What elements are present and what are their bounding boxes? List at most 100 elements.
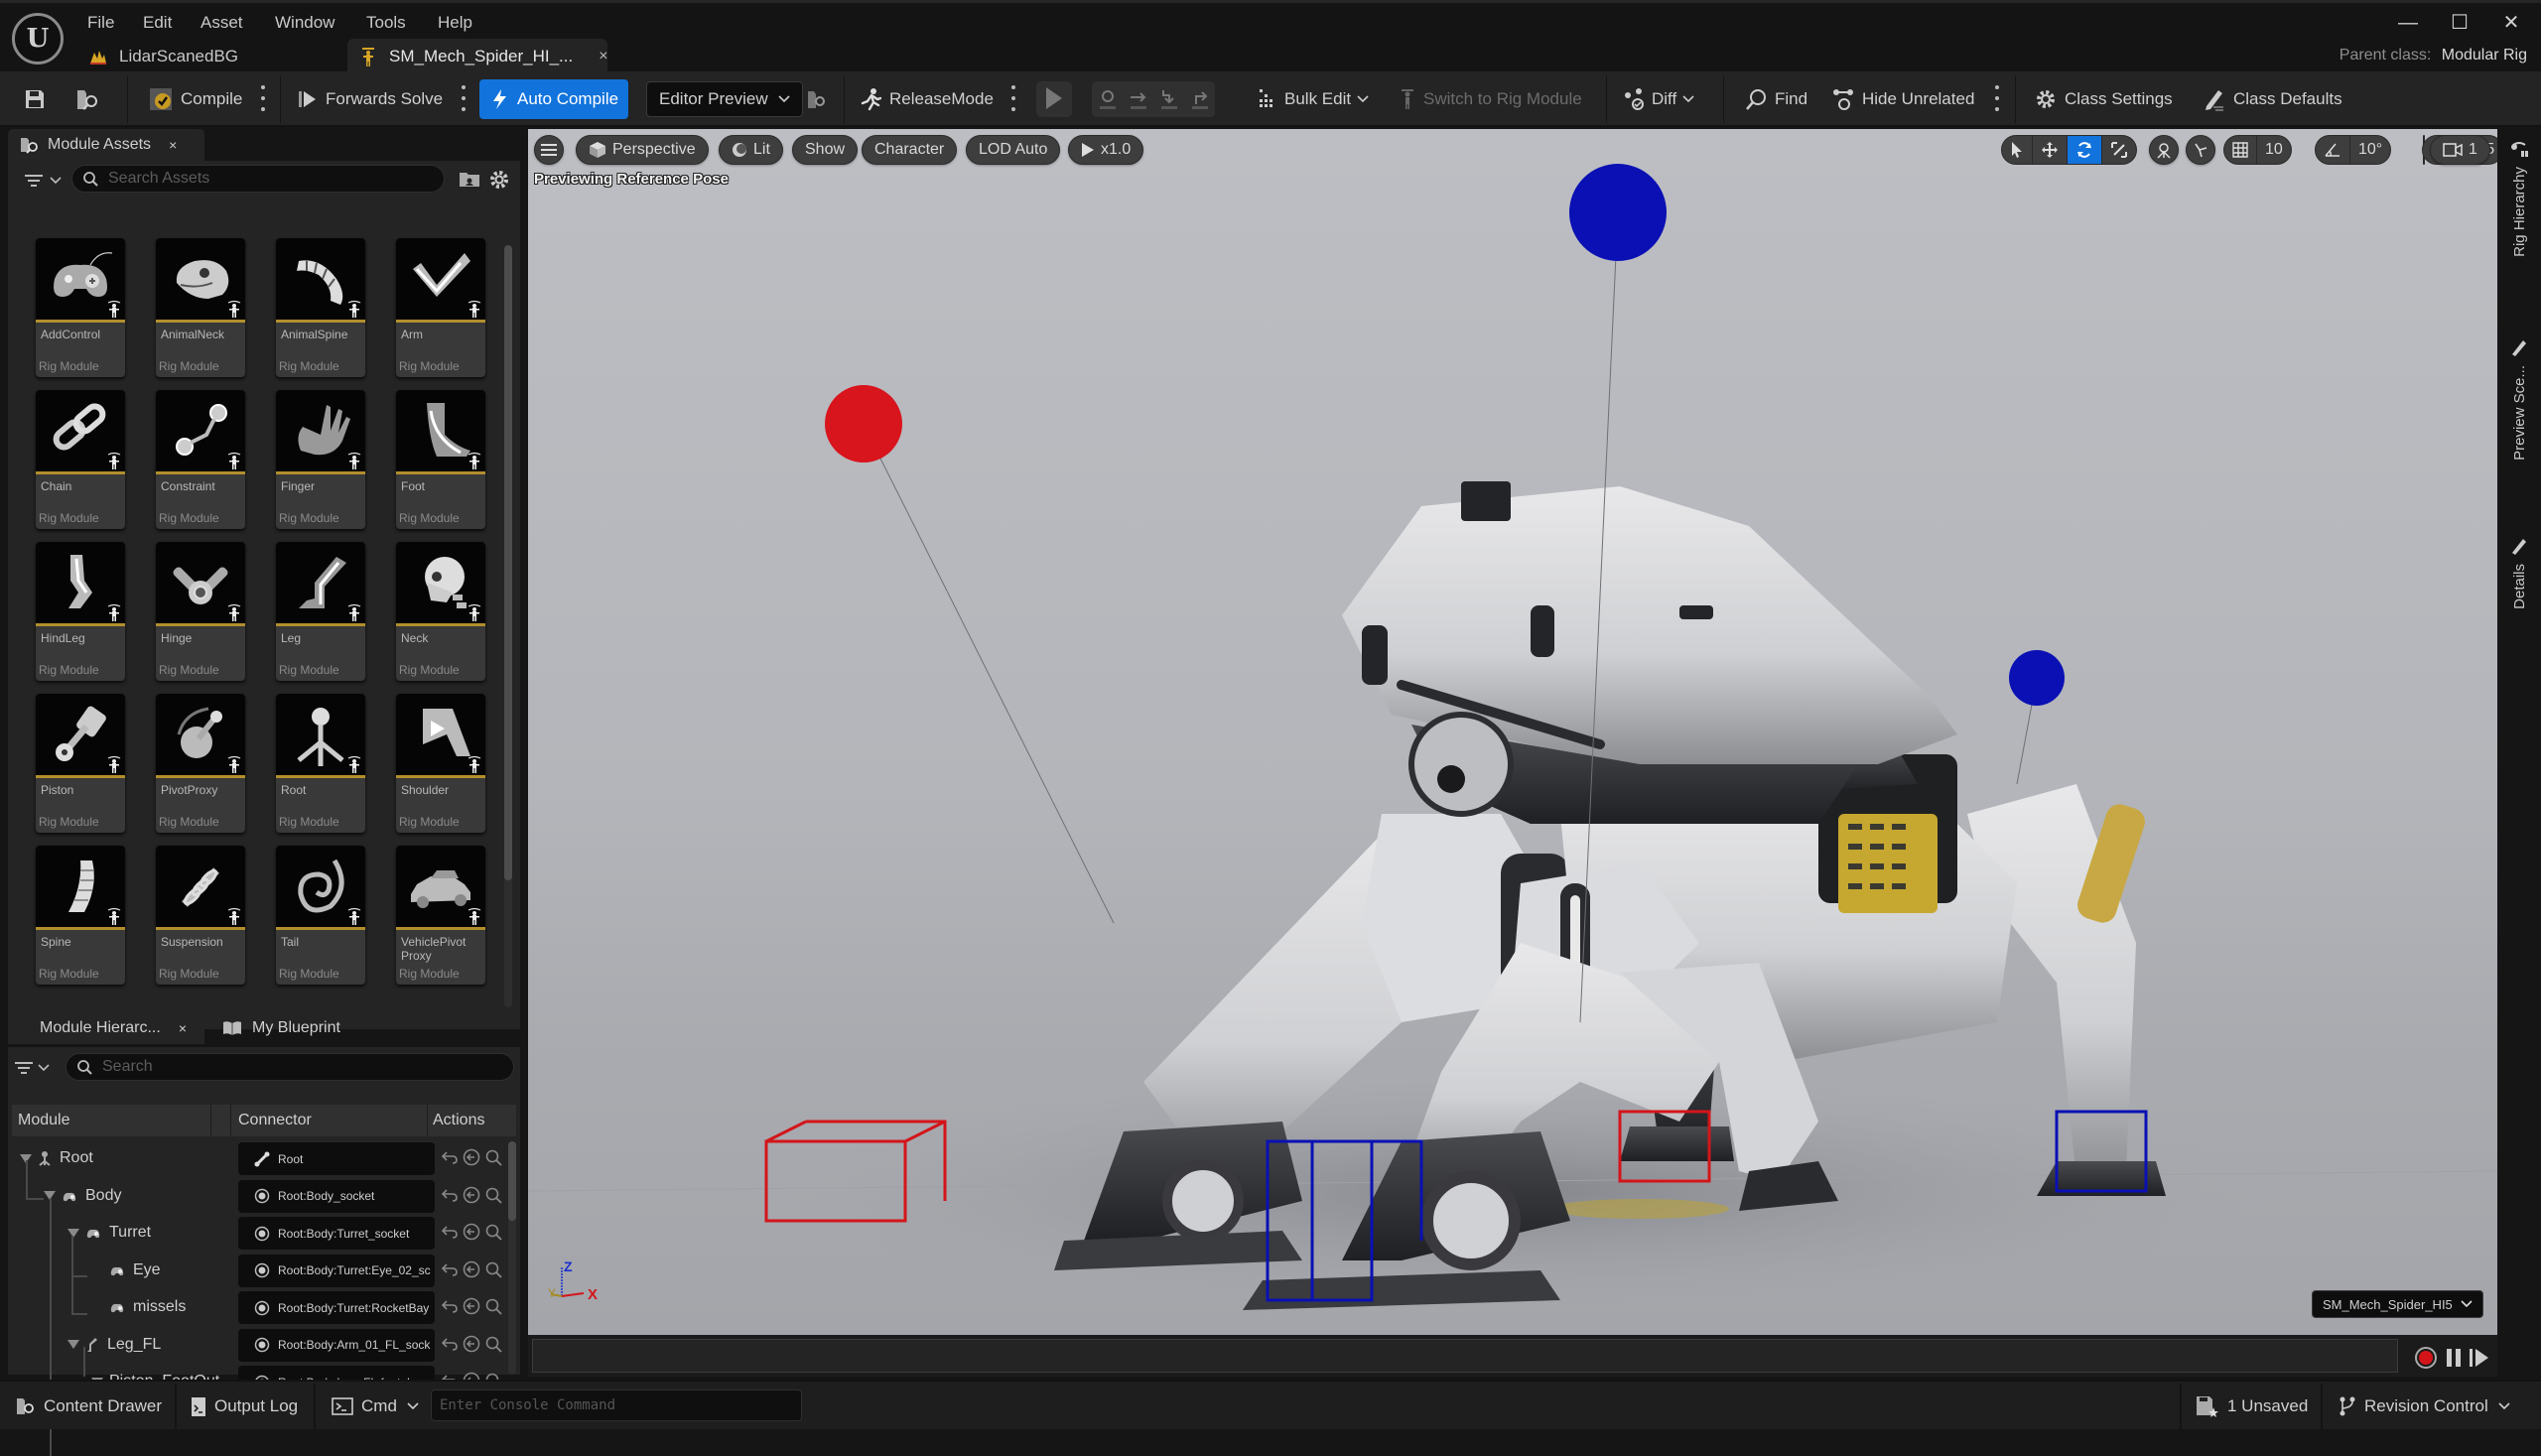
record-button[interactable] — [2414, 1346, 2438, 1370]
browse-button[interactable] — [75, 79, 101, 119]
asset-tile-hinge[interactable]: Hinge Rig Module — [156, 542, 245, 681]
use-selected-icon[interactable] — [463, 1148, 480, 1166]
compile-options-button[interactable] — [260, 85, 266, 111]
connector-field[interactable]: Root:Body:Turret_socket — [238, 1217, 435, 1250]
find-button[interactable]: Find — [1745, 79, 1807, 119]
connector-field[interactable]: Root:Body:Arm_01_FL_sock — [238, 1328, 435, 1362]
hierarchy-search-input[interactable]: Search — [66, 1053, 514, 1081]
timeline-track[interactable] — [532, 1339, 2398, 1373]
hide-unrelated-options-button[interactable] — [1994, 85, 2000, 111]
asset-tile-piston[interactable]: Piston Rig Module — [36, 694, 125, 833]
grid-snap-toggle[interactable] — [2224, 136, 2257, 164]
rotate-tool[interactable] — [2068, 136, 2102, 164]
expand-arrow-icon[interactable] — [67, 1228, 79, 1238]
menu-edit[interactable]: Edit — [143, 11, 172, 35]
hierarchy-scrollbar[interactable] — [508, 1141, 516, 1375]
forwards-solve-button[interactable]: Forwards Solve — [298, 79, 443, 119]
connector-field[interactable]: Root:Body:Turret:Eye_02_sc — [238, 1254, 435, 1287]
asset-tile-leg[interactable]: Leg Rig Module — [276, 542, 365, 681]
browse-search-icon[interactable] — [484, 1223, 502, 1241]
asset-tile-pivotproxy[interactable]: PivotProxy Rig Module — [156, 694, 245, 833]
doc-tab-sm-mech-spider[interactable]: SM_Mech_Spider_HI_... × — [347, 39, 608, 74]
preview-mesh-dropdown[interactable]: SM_Mech_Spider_HI5 — [2312, 1290, 2483, 1318]
hierarchy-row[interactable]: Leg_FL Root:Body:Arm_01_FL_sock — [12, 1327, 508, 1364]
asset-tile-root[interactable]: Root Rig Module — [276, 694, 365, 833]
tab-module-hierarchy[interactable]: Module Hierarc... × — [8, 1012, 204, 1044]
browse-search-icon[interactable] — [484, 1260, 502, 1278]
filter-dropdown[interactable] — [24, 167, 62, 195]
expand-arrow-icon[interactable] — [67, 1340, 79, 1349]
switch-to-rig-module-button[interactable]: Switch to Rig Module — [1400, 79, 1582, 119]
content-drawer-button[interactable]: Content Drawer — [16, 1393, 162, 1419]
console-command-input[interactable]: Enter Console Command — [431, 1390, 802, 1421]
maximize-button[interactable]: ☐ — [2440, 9, 2479, 37]
close-window-button[interactable]: ✕ — [2491, 9, 2531, 37]
auto-compile-toggle[interactable]: Auto Compile — [479, 79, 629, 119]
reset-icon[interactable] — [441, 1148, 459, 1166]
scale-tool[interactable] — [2102, 136, 2136, 164]
hierarchy-row[interactable]: Body Root:Body_socket — [12, 1178, 508, 1215]
asset-tile-suspension[interactable]: Suspension Rig Module — [156, 846, 245, 985]
step-over-icon[interactable] — [1129, 88, 1148, 110]
connector-field[interactable]: Root:Body:Turret:RocketBay — [238, 1291, 435, 1324]
doc-tab-lidarscanedbg[interactable]: LidarScanedBG — [75, 39, 252, 74]
use-selected-icon[interactable] — [463, 1223, 480, 1241]
asset-tile-animalneck[interactable]: AnimalNeck Rig Module — [156, 238, 245, 377]
parent-class-value[interactable]: Modular Rig — [2442, 47, 2527, 64]
class-defaults-button[interactable]: Class Defaults — [2204, 79, 2342, 119]
asset-tile-animalspine[interactable]: AnimalSpine Rig Module — [276, 238, 365, 377]
view-mode-dropdown[interactable]: Lit — [719, 135, 783, 165]
reset-icon[interactable] — [441, 1186, 459, 1204]
translate-tool[interactable] — [2033, 136, 2068, 164]
tab-rig-hierarchy[interactable]: Rig Hierarchy — [2505, 139, 2533, 257]
settings-gear-icon[interactable] — [488, 169, 510, 191]
lod-dropdown[interactable]: LOD Auto — [966, 135, 1061, 165]
reset-icon[interactable] — [441, 1297, 459, 1315]
connector-field[interactable]: Root:Body_socket — [238, 1179, 435, 1213]
asset-tile-shoulder[interactable]: Shoulder Rig Module — [396, 694, 485, 833]
column-module[interactable]: Module — [18, 1112, 69, 1129]
grid-snap-value[interactable]: 10 — [2257, 136, 2291, 164]
bulk-edit-dropdown[interactable]: Bulk Edit — [1257, 79, 1369, 119]
unsaved-button[interactable]: 1 Unsaved — [2196, 1393, 2308, 1419]
hide-unrelated-button[interactable]: Hide Unrelated — [1832, 79, 1974, 119]
asset-tile-arm[interactable]: Arm Rig Module — [396, 238, 485, 377]
column-connector[interactable]: Connector — [238, 1112, 312, 1129]
filter-dropdown[interactable] — [14, 1055, 50, 1081]
menu-tools[interactable]: Tools — [366, 11, 406, 35]
asset-tile-foot[interactable]: Foot Rig Module — [396, 390, 485, 529]
close-tab-icon[interactable]: × — [169, 137, 177, 153]
menu-help[interactable]: Help — [438, 11, 472, 35]
release-mode-button[interactable]: ReleaseMode — [860, 79, 994, 119]
close-tab-icon[interactable]: × — [179, 1020, 187, 1036]
release-options-button[interactable] — [1010, 85, 1016, 111]
connector-field[interactable]: Root — [238, 1142, 435, 1175]
show-dropdown[interactable]: Show — [792, 135, 859, 165]
unreal-logo-icon[interactable]: U — [12, 13, 64, 65]
asset-tile-spine[interactable]: Spine Rig Module — [36, 846, 125, 985]
hierarchy-row[interactable]: Root Root — [12, 1140, 508, 1177]
cmd-dropdown[interactable]: Cmd — [332, 1393, 419, 1419]
use-selected-icon[interactable] — [463, 1335, 480, 1353]
search-assets-input[interactable]: Search Assets — [71, 165, 445, 193]
column-actions[interactable]: Actions — [433, 1112, 484, 1129]
asset-tile-hindleg[interactable]: HindLeg Rig Module — [36, 542, 125, 681]
browse-search-icon[interactable] — [484, 1186, 502, 1204]
coordinate-system-button[interactable] — [2186, 135, 2215, 165]
reset-icon[interactable] — [441, 1260, 459, 1278]
grid-snap-control[interactable]: 10 — [2223, 135, 2292, 165]
tab-details[interactable]: Details — [2505, 536, 2533, 609]
rotation-snap-control[interactable]: 10° — [2315, 135, 2392, 165]
assets-scrollbar[interactable] — [504, 245, 512, 1007]
hierarchy-row[interactable]: Turret Root:Body:Turret_socket — [12, 1215, 508, 1252]
hierarchy-row[interactable]: Eye Root:Body:Turret:Eye_02_sc — [12, 1253, 508, 1289]
minimize-button[interactable]: — — [2388, 9, 2428, 37]
tab-module-assets[interactable]: Module Assets × — [8, 129, 204, 161]
editor-preview-dropdown[interactable]: Editor Preview — [646, 81, 803, 117]
tab-preview-scene[interactable]: Preview Sce... — [2505, 337, 2533, 461]
browse-search-icon[interactable] — [484, 1297, 502, 1315]
debug-find-icon[interactable] — [1098, 88, 1118, 110]
play-rate-dropdown[interactable]: x1.0 — [1068, 135, 1144, 165]
camera-speed-dropdown[interactable]: 1 — [2430, 135, 2490, 165]
pause-button[interactable] — [2444, 1346, 2464, 1370]
